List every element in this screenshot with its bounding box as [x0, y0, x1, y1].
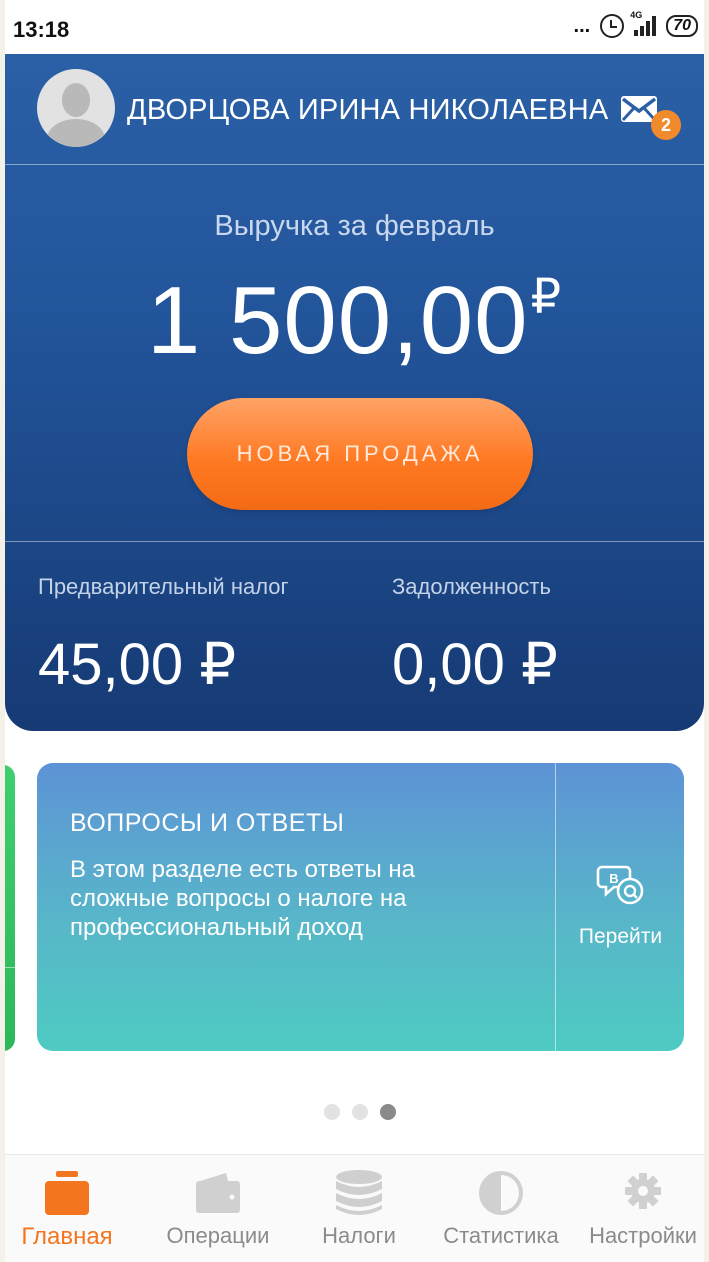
revenue-currency: ₽ — [530, 271, 563, 324]
header-panel: ДВОРЦОВА ИРИНА НИКОЛАЕВНА 2 Выручка за ф… — [5, 54, 704, 731]
nav-item-home[interactable]: Главная — [5, 1155, 137, 1262]
divider — [555, 763, 556, 1051]
question-answer-icon[interactable]: B — [596, 859, 648, 911]
previous-card[interactable] — [5, 765, 15, 1051]
nav-item-statistics[interactable]: Статистика — [431, 1155, 571, 1262]
page-dot[interactable] — [324, 1104, 340, 1120]
divider — [5, 164, 704, 165]
nav-label: Главная — [21, 1223, 113, 1250]
nav-label: Статистика — [443, 1223, 559, 1248]
messages-button[interactable]: 2 — [621, 96, 681, 140]
go-link[interactable]: Перейти — [557, 925, 684, 949]
tax-label: Предварительный налог — [38, 574, 289, 599]
battery-indicator: 70 — [666, 15, 698, 37]
debt-value[interactable]: 0,00 ₽ — [392, 630, 558, 698]
revenue-label: Выручка за февраль — [214, 210, 495, 242]
tax-value[interactable]: 45,00 ₽ — [38, 630, 236, 698]
avatar[interactable] — [37, 69, 115, 147]
faq-title: ВОПРОСЫ И ОТВЕТЫ — [70, 809, 345, 837]
app-screen: 13:18 ... 4G 70 ДВОРЦОВА ИРИНА НИКОЛАЕВН… — [5, 0, 704, 1262]
svg-text:B: B — [609, 871, 618, 886]
wallet-icon — [194, 1169, 242, 1222]
more-notifications-icon: ... — [573, 14, 591, 37]
nav-label: Настройки — [589, 1223, 697, 1248]
nav-label: Налоги — [322, 1223, 396, 1248]
user-name[interactable]: ДВОРЦОВА ИРИНА НИКОЛАЕВНА — [127, 94, 608, 127]
coins-icon — [334, 1169, 384, 1222]
signal-icon: 4G — [630, 10, 657, 36]
status-bar: 13:18 ... 4G 70 — [5, 0, 704, 56]
pie-chart-icon — [477, 1169, 525, 1222]
network-type: 4G — [630, 10, 643, 20]
nav-item-settings[interactable]: Настройки — [573, 1155, 704, 1262]
divider — [5, 541, 704, 542]
alarm-icon — [600, 14, 625, 38]
carousel-pagination — [324, 1104, 396, 1120]
nav-label: Операции — [166, 1223, 270, 1248]
revenue-amount: 1 500,00₽ — [5, 266, 704, 376]
page-dot[interactable] — [352, 1104, 368, 1120]
briefcase-icon — [43, 1169, 91, 1222]
status-time: 13:18 — [13, 17, 70, 42]
new-sale-button[interactable]: НОВАЯ ПРОДАЖА — [187, 398, 533, 510]
mail-badge: 2 — [651, 110, 681, 140]
faq-description: В этом разделе есть ответы на сложные во… — [70, 856, 415, 941]
revenue-value: 1 500,00 — [146, 267, 529, 374]
debt-label: Задолженность — [392, 574, 551, 599]
faq-card[interactable]: ВОПРОСЫ И ОТВЕТЫ В этом разделе есть отв… — [37, 763, 684, 1051]
gear-icon — [621, 1169, 665, 1218]
nav-item-taxes[interactable]: Налоги — [289, 1155, 429, 1262]
bottom-navigation: Главная Операции Налоги Статистика Настр… — [5, 1154, 704, 1262]
status-icons: ... 4G 70 — [573, 10, 698, 38]
page-dot-active[interactable] — [380, 1104, 396, 1120]
nav-item-operations[interactable]: Операции — [148, 1155, 288, 1262]
